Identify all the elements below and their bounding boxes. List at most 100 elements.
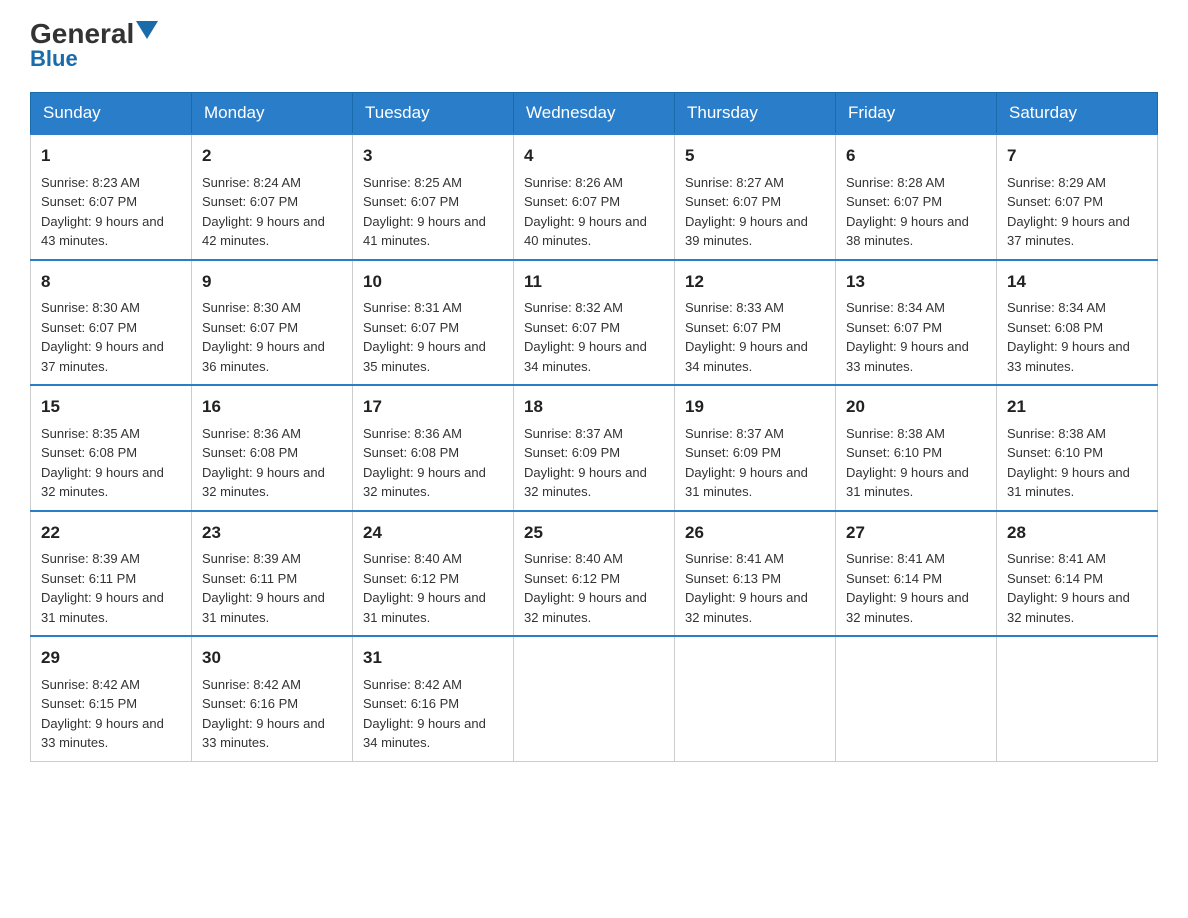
header-monday: Monday [192, 93, 353, 135]
day-cell [836, 636, 997, 761]
week-row-5: 29 Sunrise: 8:42 AMSunset: 6:15 PMDayligh… [31, 636, 1158, 761]
day-number: 3 [363, 143, 503, 169]
logo-text-blue: Blue [30, 46, 78, 72]
day-cell: 15Sunrise: 8:35 AMSunset: 6:08 PMDayligh… [31, 385, 192, 511]
day-number: 29 [41, 645, 181, 671]
day-info: Sunrise: 8:30 AMSunset: 6:07 PMDaylight:… [202, 300, 325, 374]
day-number: 19 [685, 394, 825, 420]
day-cell: 24 Sunrise: 8:40 AMSunset: 6:12 PMDayligh… [353, 511, 514, 637]
day-number: 14 [1007, 269, 1147, 295]
day-info: Sunrise: 8:26 AMSunset: 6:07 PMDaylight:… [524, 175, 647, 249]
day-info: Sunrise: 8:41 AMSunset: 6:13 PMDaylight:… [685, 551, 808, 625]
day-cell: 16Sunrise: 8:36 AMSunset: 6:08 PMDayligh… [192, 385, 353, 511]
day-number: 31 [363, 645, 503, 671]
day-info: Sunrise: 8:40 AMSunset: 6:12 PMDaylight:… [363, 551, 486, 625]
day-info: Sunrise: 8:34 AMSunset: 6:07 PMDaylight:… [846, 300, 969, 374]
week-row-2: 8 Sunrise: 8:30 AMSunset: 6:07 PMDaylight… [31, 260, 1158, 386]
day-cell: 1 Sunrise: 8:23 AMSunset: 6:07 PMDaylight… [31, 134, 192, 260]
day-info: Sunrise: 8:25 AMSunset: 6:07 PMDaylight:… [363, 175, 486, 249]
day-info: Sunrise: 8:39 AMSunset: 6:11 PMDaylight:… [202, 551, 325, 625]
day-cell [675, 636, 836, 761]
header-friday: Friday [836, 93, 997, 135]
day-number: 21 [1007, 394, 1147, 420]
day-cell: 21 Sunrise: 8:38 AMSunset: 6:10 PMDayligh… [997, 385, 1158, 511]
day-number: 7 [1007, 143, 1147, 169]
day-number: 22 [41, 520, 181, 546]
day-number: 17 [363, 394, 503, 420]
week-row-1: 1 Sunrise: 8:23 AMSunset: 6:07 PMDaylight… [31, 134, 1158, 260]
header-row: SundayMondayTuesdayWednesdayThursdayFrid… [31, 93, 1158, 135]
day-info: Sunrise: 8:42 AMSunset: 6:15 PMDaylight:… [41, 677, 164, 751]
day-cell: 8Sunrise: 8:30 AMSunset: 6:07 PMDaylight… [31, 260, 192, 386]
day-info: Sunrise: 8:33 AMSunset: 6:07 PMDaylight:… [685, 300, 808, 374]
day-cell: 28 Sunrise: 8:41 AMSunset: 6:14 PMDayligh… [997, 511, 1158, 637]
day-number: 20 [846, 394, 986, 420]
day-info: Sunrise: 8:37 AMSunset: 6:09 PMDaylight:… [524, 426, 647, 500]
day-info: Sunrise: 8:36 AMSunset: 6:08 PMDaylight:… [363, 426, 486, 500]
day-number: 13 [846, 269, 986, 295]
week-row-3: 15Sunrise: 8:35 AMSunset: 6:08 PMDayligh… [31, 385, 1158, 511]
day-cell: 10Sunrise: 8:31 AMSunset: 6:07 PMDayligh… [353, 260, 514, 386]
day-number: 12 [685, 269, 825, 295]
header-thursday: Thursday [675, 93, 836, 135]
header-sunday: Sunday [31, 93, 192, 135]
day-number: 8 [41, 269, 181, 295]
day-number: 23 [202, 520, 342, 546]
header-tuesday: Tuesday [353, 93, 514, 135]
day-cell: 31 Sunrise: 8:42 AMSunset: 6:16 PMDayligh… [353, 636, 514, 761]
header-wednesday: Wednesday [514, 93, 675, 135]
day-number: 9 [202, 269, 342, 295]
header-saturday: Saturday [997, 93, 1158, 135]
day-info: Sunrise: 8:41 AMSunset: 6:14 PMDaylight:… [846, 551, 969, 625]
day-number: 24 [363, 520, 503, 546]
day-info: Sunrise: 8:28 AMSunset: 6:07 PMDaylight:… [846, 175, 969, 249]
day-info: Sunrise: 8:34 AMSunset: 6:08 PMDaylight:… [1007, 300, 1130, 374]
day-cell: 14 Sunrise: 8:34 AMSunset: 6:08 PMDayligh… [997, 260, 1158, 386]
week-row-4: 22 Sunrise: 8:39 AMSunset: 6:11 PMDayligh… [31, 511, 1158, 637]
day-cell: 20 Sunrise: 8:38 AMSunset: 6:10 PMDayligh… [836, 385, 997, 511]
day-cell: 18Sunrise: 8:37 AMSunset: 6:09 PMDayligh… [514, 385, 675, 511]
day-info: Sunrise: 8:23 AMSunset: 6:07 PMDaylight:… [41, 175, 164, 249]
day-info: Sunrise: 8:42 AMSunset: 6:16 PMDaylight:… [363, 677, 486, 751]
day-cell: 2 Sunrise: 8:24 AMSunset: 6:07 PMDaylight… [192, 134, 353, 260]
day-cell: 5 Sunrise: 8:27 AMSunset: 6:07 PMDaylight… [675, 134, 836, 260]
day-number: 2 [202, 143, 342, 169]
day-cell: 22 Sunrise: 8:39 AMSunset: 6:11 PMDayligh… [31, 511, 192, 637]
day-cell [997, 636, 1158, 761]
day-info: Sunrise: 8:39 AMSunset: 6:11 PMDaylight:… [41, 551, 164, 625]
day-cell: 19Sunrise: 8:37 AMSunset: 6:09 PMDayligh… [675, 385, 836, 511]
day-cell: 26 Sunrise: 8:41 AMSunset: 6:13 PMDayligh… [675, 511, 836, 637]
day-cell: 25 Sunrise: 8:40 AMSunset: 6:12 PMDayligh… [514, 511, 675, 637]
day-cell: 13 Sunrise: 8:34 AMSunset: 6:07 PMDayligh… [836, 260, 997, 386]
day-number: 28 [1007, 520, 1147, 546]
day-info: Sunrise: 8:38 AMSunset: 6:10 PMDaylight:… [1007, 426, 1130, 500]
day-number: 27 [846, 520, 986, 546]
day-number: 25 [524, 520, 664, 546]
day-info: Sunrise: 8:38 AMSunset: 6:10 PMDaylight:… [846, 426, 969, 500]
day-info: Sunrise: 8:32 AMSunset: 6:07 PMDaylight:… [524, 300, 647, 374]
logo: General Blue [30, 20, 158, 72]
logo-text-general: General [30, 20, 134, 48]
day-number: 1 [41, 143, 181, 169]
day-info: Sunrise: 8:27 AMSunset: 6:07 PMDaylight:… [685, 175, 808, 249]
day-cell: 23 Sunrise: 8:39 AMSunset: 6:11 PMDayligh… [192, 511, 353, 637]
day-info: Sunrise: 8:42 AMSunset: 6:16 PMDaylight:… [202, 677, 325, 751]
day-number: 26 [685, 520, 825, 546]
day-info: Sunrise: 8:35 AMSunset: 6:08 PMDaylight:… [41, 426, 164, 500]
day-cell: 12 Sunrise: 8:33 AMSunset: 6:07 PMDayligh… [675, 260, 836, 386]
day-cell: 3 Sunrise: 8:25 AMSunset: 6:07 PMDaylight… [353, 134, 514, 260]
day-cell: 17 Sunrise: 8:36 AMSunset: 6:08 PMDayligh… [353, 385, 514, 511]
day-info: Sunrise: 8:41 AMSunset: 6:14 PMDaylight:… [1007, 551, 1130, 625]
day-cell: 6Sunrise: 8:28 AMSunset: 6:07 PMDaylight… [836, 134, 997, 260]
day-cell: 4Sunrise: 8:26 AMSunset: 6:07 PMDaylight… [514, 134, 675, 260]
day-info: Sunrise: 8:24 AMSunset: 6:07 PMDaylight:… [202, 175, 325, 249]
day-cell: 9 Sunrise: 8:30 AMSunset: 6:07 PMDaylight… [192, 260, 353, 386]
day-info: Sunrise: 8:40 AMSunset: 6:12 PMDaylight:… [524, 551, 647, 625]
day-cell: 11 Sunrise: 8:32 AMSunset: 6:07 PMDayligh… [514, 260, 675, 386]
day-number: 5 [685, 143, 825, 169]
day-cell: 30Sunrise: 8:42 AMSunset: 6:16 PMDayligh… [192, 636, 353, 761]
calendar-table: SundayMondayTuesdayWednesdayThursdayFrid… [30, 92, 1158, 762]
day-number: 11 [524, 269, 664, 295]
day-cell [514, 636, 675, 761]
day-cell: 7Sunrise: 8:29 AMSunset: 6:07 PMDaylight… [997, 134, 1158, 260]
